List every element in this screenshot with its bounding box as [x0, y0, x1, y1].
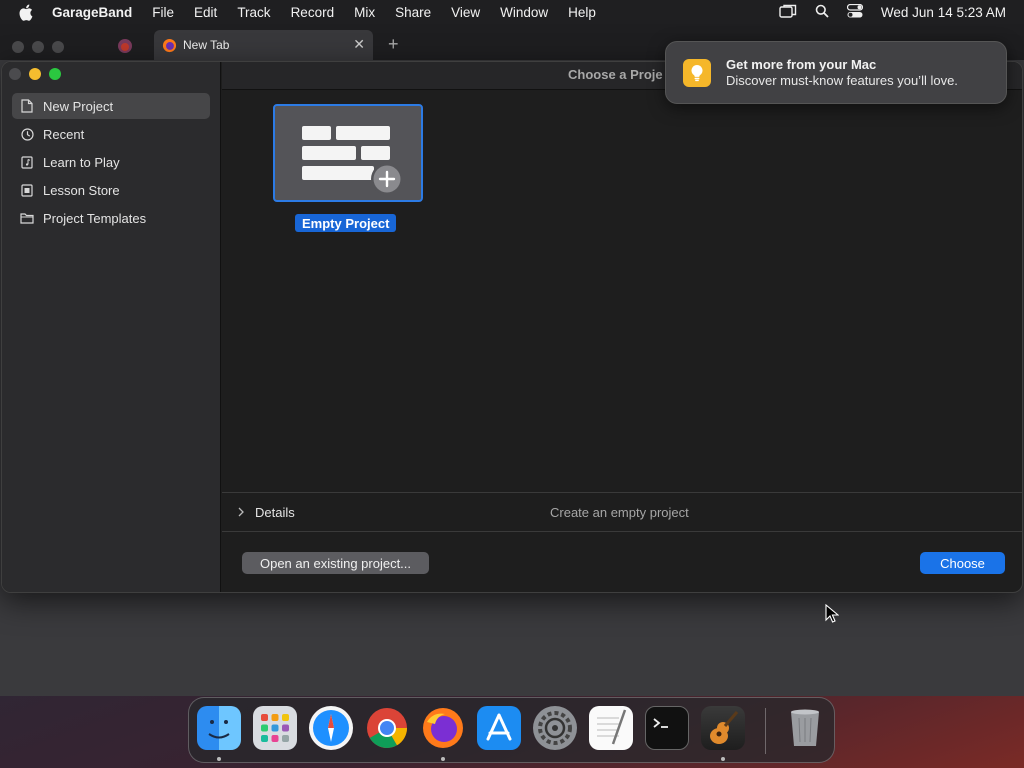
menu-window[interactable]: Window	[500, 5, 548, 20]
sidebar-item-learn-to-play[interactable]: Learn to Play	[12, 149, 210, 175]
browser-tab-new-tab[interactable]: New Tab ✕	[154, 30, 373, 60]
music-book-icon	[20, 155, 34, 169]
mouse-pointer-icon	[825, 603, 840, 624]
project-chooser-window: New Project Recent Learn to Play Lesson …	[1, 61, 1023, 593]
pinned-tab-firefox-icon[interactable]	[117, 38, 133, 54]
browser-minimize-dot[interactable]	[32, 41, 44, 53]
apple-menu-icon[interactable]	[18, 4, 36, 21]
details-description: Create an empty project	[550, 505, 689, 520]
notification-title: Get more from your Mac	[726, 57, 877, 72]
sidebar-item-label: Project Templates	[43, 210, 147, 226]
empty-project-tile[interactable]	[273, 104, 423, 202]
menu-record[interactable]: Record	[291, 5, 335, 20]
firefox-favicon-icon	[162, 38, 177, 53]
open-existing-project-button[interactable]: Open an existing project...	[242, 552, 429, 574]
dock-chrome-icon[interactable]	[365, 706, 409, 750]
choose-button[interactable]: Choose	[920, 552, 1005, 574]
sidebar-item-label: Learn to Play	[43, 154, 120, 170]
browser-close-dot[interactable]	[12, 41, 24, 53]
sidebar-item-label: New Project	[43, 98, 114, 114]
menu-edit[interactable]: Edit	[194, 5, 217, 20]
details-bar: Details Create an empty project	[222, 492, 1022, 532]
window-close-button[interactable]	[9, 68, 21, 80]
browser-tab-title: New Tab	[183, 38, 230, 52]
sidebar-item-label: Recent	[43, 126, 85, 142]
close-tab-icon[interactable]: ✕	[353, 36, 365, 53]
dock-textedit-icon[interactable]	[589, 706, 633, 750]
tips-notification[interactable]: Get more from your Mac Discover must-kno…	[665, 41, 1007, 104]
sidebar-item-recent[interactable]: Recent	[12, 121, 210, 147]
menubar-clock[interactable]: Wed Jun 14 5:23 AM	[881, 5, 1006, 20]
notification-body: Discover must-know features you’ll love.	[726, 73, 958, 88]
chevron-right-icon[interactable]	[236, 505, 246, 519]
control-center-icon[interactable]	[846, 3, 864, 21]
empty-project-icon	[302, 126, 403, 195]
dock-garageband-icon[interactable]	[701, 706, 745, 750]
dock-trash-icon[interactable]	[783, 706, 827, 750]
dock-running-indicator	[217, 757, 221, 761]
dock-separator	[765, 708, 766, 754]
details-toggle[interactable]: Details	[255, 505, 295, 520]
lightbulb-icon	[683, 59, 711, 87]
sidebar-item-new-project[interactable]: New Project	[12, 93, 210, 119]
menu-view[interactable]: View	[451, 5, 480, 20]
window-minimize-button[interactable]	[29, 68, 41, 80]
dock	[188, 697, 835, 763]
sidebar: New Project Recent Learn to Play Lesson …	[2, 62, 221, 592]
dock-system-preferences-icon[interactable]	[533, 706, 577, 750]
clock-icon	[20, 127, 34, 141]
store-icon	[20, 183, 34, 197]
menu-help[interactable]: Help	[568, 5, 596, 20]
dock-running-indicator	[721, 757, 725, 761]
dock-launchpad-icon[interactable]	[253, 706, 297, 750]
new-tab-plus-icon[interactable]: +	[388, 34, 399, 55]
dock-app-store-icon[interactable]	[477, 706, 521, 750]
browser-zoom-dot[interactable]	[52, 41, 64, 53]
window-title: Choose a Proje	[568, 67, 663, 82]
menu-mix[interactable]: Mix	[354, 5, 375, 20]
window-zoom-button[interactable]	[49, 68, 61, 80]
menu-file[interactable]: File	[152, 5, 174, 20]
dock-running-indicator	[441, 757, 445, 761]
spotlight-search-icon[interactable]	[815, 4, 829, 21]
menu-share[interactable]: Share	[395, 5, 431, 20]
dock-finder-icon[interactable]	[197, 706, 241, 750]
empty-project-label[interactable]: Empty Project	[295, 214, 397, 232]
app-name-menu[interactable]: GarageBand	[52, 5, 132, 20]
sidebar-item-label: Lesson Store	[43, 182, 120, 198]
screen-mirroring-icon[interactable]	[779, 4, 797, 21]
sidebar-item-project-templates[interactable]: Project Templates	[12, 205, 210, 231]
folder-icon	[20, 211, 34, 225]
dock-terminal-icon[interactable]	[645, 706, 689, 750]
menu-track[interactable]: Track	[237, 5, 270, 20]
sidebar-item-lesson-store[interactable]: Lesson Store	[12, 177, 210, 203]
dock-safari-icon[interactable]	[309, 706, 353, 750]
menu-bar: GarageBand File Edit Track Record Mix Sh…	[0, 0, 1024, 24]
document-icon	[20, 99, 34, 113]
dock-firefox-icon[interactable]	[421, 706, 465, 750]
